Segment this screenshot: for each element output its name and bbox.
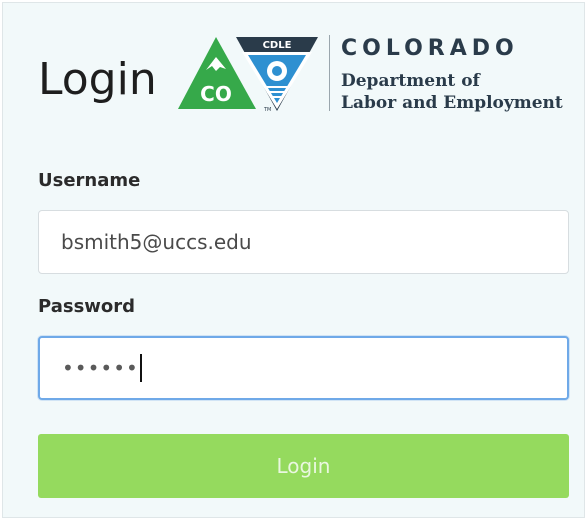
department-name: Department of Labor and Employment — [341, 70, 563, 114]
department-line-2: Labor and Employment — [341, 93, 563, 113]
department-line-1: Department of — [341, 71, 480, 91]
login-panel: Login CO CDLE TM COLORADO Department of … — [2, 2, 585, 518]
login-button[interactable]: Login — [38, 434, 569, 498]
password-label: Password — [38, 296, 136, 317]
cdle-emblem-icon: CO CDLE TM — [178, 37, 318, 113]
text-cursor — [139, 354, 142, 382]
svg-text:TM: TM — [263, 107, 271, 113]
logo-divider — [329, 35, 330, 111]
username-value: bsmith5@uccs.edu — [61, 230, 252, 254]
password-masked-value: •••••• — [62, 356, 139, 380]
login-button-label: Login — [276, 454, 331, 478]
co-text: CO — [200, 82, 232, 106]
username-input[interactable]: bsmith5@uccs.edu — [38, 210, 569, 274]
cdle-badge-text: CDLE — [263, 40, 292, 51]
cdle-logo: CO CDLE TM COLORADO Department of Labor … — [178, 33, 578, 117]
password-input[interactable]: •••••• — [38, 336, 569, 400]
org-name: COLORADO — [341, 36, 519, 61]
page-title: Login — [38, 54, 157, 105]
username-label: Username — [38, 170, 141, 191]
